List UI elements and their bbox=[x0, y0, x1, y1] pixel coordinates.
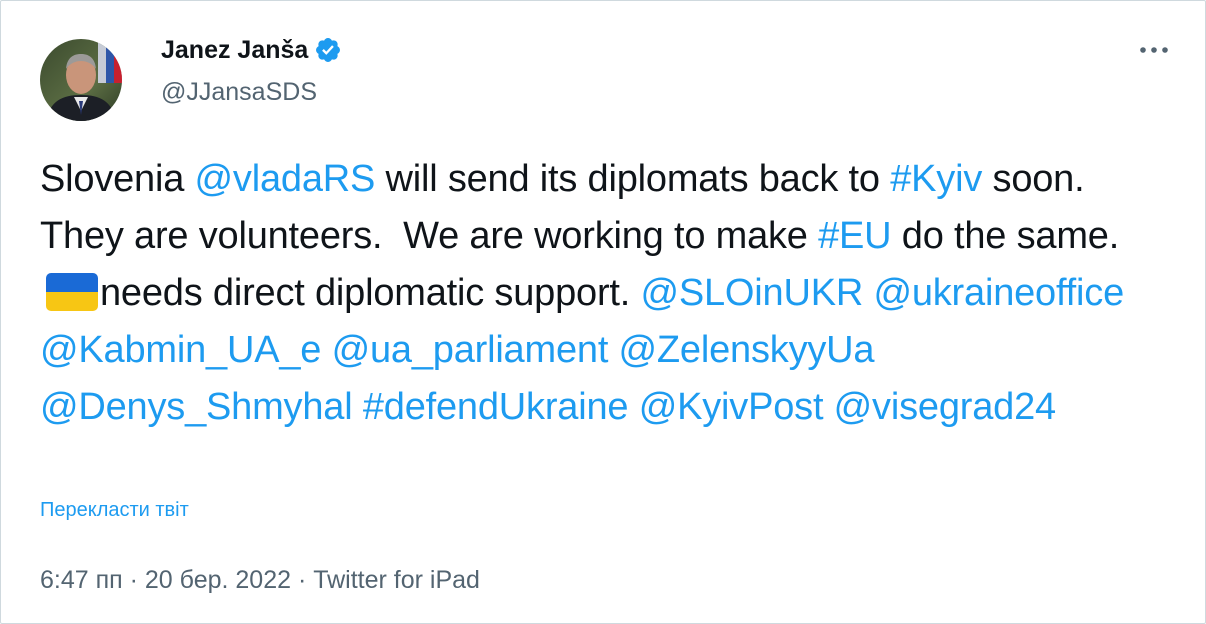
tweet-meta: 6:47 пп · 20 бер. 2022 · Twitter for iPa… bbox=[40, 566, 480, 595]
tweet-text-run bbox=[628, 386, 638, 428]
author-block: Janez Janša @JJansaSDS bbox=[161, 35, 342, 107]
mention-link[interactable]: @SLOinUKR bbox=[640, 272, 863, 314]
mention-link[interactable]: @ua_parliament bbox=[332, 329, 609, 371]
tweet-text-run bbox=[823, 386, 833, 428]
mention-link[interactable]: @vladaRS bbox=[195, 158, 376, 200]
tweet-text-run: needs direct diplomatic support. bbox=[100, 272, 641, 314]
tweet-card: Janez Janša @JJansaSDS Slovenia @vladaRS… bbox=[0, 0, 1206, 624]
tweet-text-run bbox=[608, 329, 618, 371]
tweet-text-run bbox=[1124, 272, 1134, 314]
mention-link[interactable]: @Kabmin_UA_e bbox=[40, 329, 321, 371]
mention-link[interactable]: @Denys_Shmyhal bbox=[40, 386, 353, 428]
tweet-text-run bbox=[874, 329, 884, 371]
tweet-source[interactable]: Twitter for iPad bbox=[313, 566, 480, 594]
meta-separator: · bbox=[291, 566, 314, 594]
more-horizontal-icon bbox=[1140, 47, 1168, 53]
mention-link[interactable]: @visegrad24 bbox=[834, 386, 1056, 428]
meta-separator: · bbox=[122, 566, 145, 594]
author-handle[interactable]: @JJansaSDS bbox=[161, 78, 342, 107]
tweet-date[interactable]: 20 бер. 2022 bbox=[145, 566, 291, 594]
tweet-text-run: will send its diplomats back to bbox=[375, 158, 891, 200]
tweet-text-run: Slovenia bbox=[40, 158, 195, 200]
ukraine-flag-emoji bbox=[46, 273, 98, 311]
tweet-text-run bbox=[863, 272, 873, 314]
hashtag-link[interactable]: #defendUkraine bbox=[363, 386, 629, 428]
avatar[interactable] bbox=[40, 39, 122, 121]
tweet-text-run: do the same. bbox=[891, 215, 1130, 257]
mention-link[interactable]: @KyivPost bbox=[639, 386, 824, 428]
mention-link[interactable]: @ZelenskyyUa bbox=[619, 329, 875, 371]
hashtag-link[interactable]: #Kyiv bbox=[890, 158, 982, 200]
mention-link[interactable]: @ukraineoffice bbox=[873, 272, 1124, 314]
tweet-text-run bbox=[321, 329, 331, 371]
author-name[interactable]: Janez Janša bbox=[161, 36, 308, 65]
verified-badge-icon bbox=[314, 36, 342, 64]
hashtag-link[interactable]: #EU bbox=[818, 215, 892, 257]
more-options-button[interactable] bbox=[1134, 35, 1174, 65]
tweet-text: Slovenia @vladaRS will send its diplomat… bbox=[40, 151, 1180, 436]
translate-tweet-link[interactable]: Перекласти твіт bbox=[40, 499, 189, 522]
tweet-text-run bbox=[352, 386, 362, 428]
tweet-time[interactable]: 6:47 пп bbox=[40, 566, 123, 594]
avatar-photo bbox=[40, 39, 122, 121]
author-name-row: Janez Janša bbox=[161, 35, 342, 65]
